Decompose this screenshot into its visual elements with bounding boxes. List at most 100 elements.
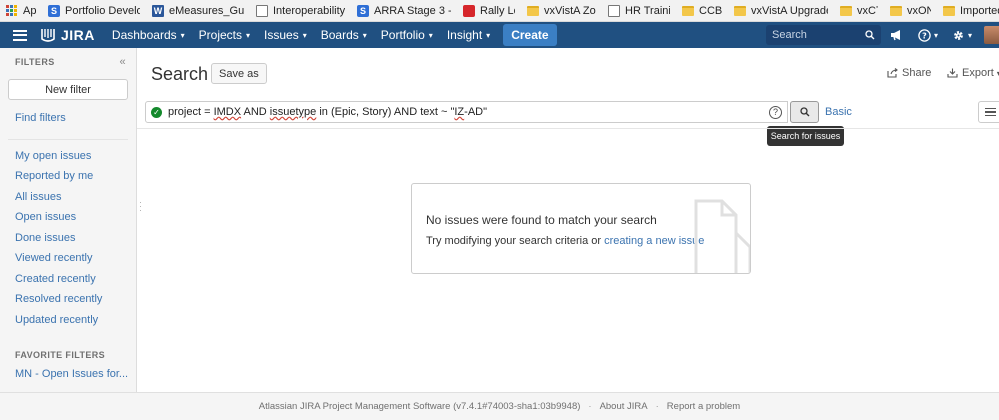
folder-icon xyxy=(527,5,539,16)
jql-query-input[interactable]: ✓ project = IMDX AND issuetype in (Epic,… xyxy=(145,101,788,123)
folder-icon xyxy=(682,5,694,16)
jira-logo-icon xyxy=(41,29,55,42)
list-view-icon[interactable] xyxy=(978,101,999,123)
megaphone-icon[interactable] xyxy=(890,29,904,41)
s-logo-icon: S xyxy=(48,4,60,17)
filter-updated-recently[interactable]: Updated recently xyxy=(0,310,136,331)
nav-issues[interactable]: Issues ▾ xyxy=(257,22,314,48)
bookmark-interoperability[interactable]: Interoperability with xyxy=(250,0,351,21)
footer-separator: · xyxy=(655,401,659,412)
filter-reported-by-me[interactable]: Reported by me xyxy=(0,166,136,187)
global-search-input[interactable]: Search xyxy=(766,25,881,45)
jira-logo[interactable]: JIRA xyxy=(39,27,95,43)
empty-results-message: Try modifying your search criteria or cr… xyxy=(426,235,705,247)
find-filters-link[interactable]: Find filters xyxy=(0,108,136,129)
caret-down-icon: ▾ xyxy=(180,30,185,40)
basic-search-link[interactable]: Basic xyxy=(825,106,852,118)
caret-down-icon: ▾ xyxy=(428,30,433,40)
caret-down-icon: ▾ xyxy=(302,30,307,40)
share-icon xyxy=(887,68,898,78)
bookmark-ccbhc[interactable]: CCBHC xyxy=(676,0,728,21)
page-icon xyxy=(256,4,268,17)
syntax-help-icon[interactable]: ? xyxy=(769,106,782,119)
favorite-filter-item[interactable]: MN - Open Issues for... xyxy=(0,364,136,385)
bookmark-vxvista-zones[interactable]: vxVistA Zones xyxy=(521,0,602,21)
top-nav: JIRA Dashboards ▾ Projects ▾ Issues ▾ Board… xyxy=(0,22,999,48)
share-button[interactable]: Share xyxy=(887,67,931,79)
folder-icon xyxy=(943,5,955,16)
valid-check-icon: ✓ xyxy=(151,106,162,118)
caret-down-icon: ▾ xyxy=(246,30,251,40)
filter-resolved-recently[interactable]: Resolved recently xyxy=(0,289,136,310)
collapse-icon[interactable]: « xyxy=(119,56,126,68)
bookmark-apps[interactable]: Apps xyxy=(0,0,42,21)
bookmark-vxvista-upgrade[interactable]: vxVistA Upgrade 30c xyxy=(728,0,834,21)
favorite-filters-header: FAVORITE FILTERS xyxy=(15,350,106,360)
filter-all-issues[interactable]: All issues xyxy=(0,187,136,208)
nav-boards[interactable]: Boards ▾ xyxy=(314,22,374,48)
nav-projects[interactable]: Projects ▾ xyxy=(192,22,257,48)
footer-software: Atlassian JIRA Project Management Softwa… xyxy=(258,401,581,412)
caret-down-icon: ▾ xyxy=(486,30,491,40)
gear-icon[interactable]: ▾ xyxy=(952,29,972,42)
search-icon xyxy=(865,30,875,40)
bookmark-vxonc[interactable]: vxONC xyxy=(884,0,937,21)
user-avatar[interactable] xyxy=(984,26,999,44)
export-button[interactable]: Export ▾ xyxy=(947,67,999,79)
filter-my-open-issues[interactable]: My open issues xyxy=(0,146,136,167)
bookmark-emeasures[interactable]: W eMeasures_GuidetoR xyxy=(146,0,250,21)
bookmark-imported-ie[interactable]: Imported From IE xyxy=(937,0,999,21)
nav-dashboards[interactable]: Dashboards ▾ xyxy=(105,22,192,48)
bookmark-portfolio[interactable]: S Portfolio Developme xyxy=(42,0,146,21)
nav-insight[interactable]: Insight ▾ xyxy=(440,22,497,48)
folder-icon xyxy=(890,5,902,16)
filters-header: FILTERS « xyxy=(15,56,126,68)
search-icon xyxy=(799,107,809,117)
about-jira-link[interactable]: About JIRA xyxy=(600,401,648,412)
search-issues-button[interactable] xyxy=(790,101,819,123)
page-icon xyxy=(608,4,620,17)
menu-icon[interactable] xyxy=(13,29,27,41)
nav-portfolio[interactable]: Portfolio ▾ xyxy=(374,22,440,48)
sidebar-divider xyxy=(8,129,128,140)
nav-icons: ? ▾ ▾ xyxy=(890,22,986,48)
folder-icon xyxy=(734,5,746,16)
empty-results-panel: No issues were found to match your searc… xyxy=(411,183,751,274)
bookmarks-bar: Apps S Portfolio Developme W eMeasures_G… xyxy=(0,0,999,22)
search-tooltip: Search for issues xyxy=(767,126,844,146)
new-filter-button[interactable]: New filter xyxy=(8,79,128,100)
jql-query-text: project = IMDX AND issuetype in (Epic, S… xyxy=(168,106,488,118)
filters-sidebar: FILTERS « New filter Find filters My ope… xyxy=(0,48,137,392)
help-icon[interactable]: ? ▾ xyxy=(918,28,939,42)
create-new-issue-link[interactable]: creating a new issue xyxy=(604,235,704,247)
bookmark-rally[interactable]: Rally Login xyxy=(457,0,521,21)
bookmark-vxctt[interactable]: vxCTT xyxy=(834,0,884,21)
save-as-button[interactable]: Save as xyxy=(211,63,267,84)
caret-down-icon: ▾ xyxy=(934,30,939,40)
document-icon xyxy=(694,199,750,273)
caret-down-icon: ▾ xyxy=(968,30,973,40)
svg-text:?: ? xyxy=(922,31,927,40)
filter-done-issues[interactable]: Done issues xyxy=(0,228,136,249)
filter-created-recently[interactable]: Created recently xyxy=(0,269,136,290)
search-placeholder: Search xyxy=(772,29,807,41)
search-divider xyxy=(137,128,999,129)
footer-separator: · xyxy=(588,401,592,412)
filter-open-issues[interactable]: Open issues xyxy=(0,207,136,228)
export-icon xyxy=(947,68,958,78)
nav-menu: Dashboards ▾ Projects ▾ Issues ▾ Boards ▾ Po… xyxy=(105,22,557,48)
logo-text: JIRA xyxy=(61,27,95,43)
resize-handle-icon[interactable]: · · · xyxy=(139,198,142,215)
word-doc-icon: W xyxy=(152,4,164,17)
caret-down-icon: ▾ xyxy=(362,30,367,40)
footer: Atlassian JIRA Project Management Softwa… xyxy=(0,392,999,420)
filter-viewed-recently[interactable]: Viewed recently xyxy=(0,248,136,269)
report-problem-link[interactable]: Report a problem xyxy=(667,401,740,412)
bookmark-hr-training[interactable]: HR Training xyxy=(602,0,676,21)
empty-results-title: No issues were found to match your searc… xyxy=(426,213,657,227)
rally-icon xyxy=(463,4,475,17)
bookmark-arra[interactable]: S ARRA Stage 3 - Hom xyxy=(351,0,457,21)
folder-icon xyxy=(840,5,852,16)
s-logo-icon: S xyxy=(357,4,369,17)
create-button[interactable]: Create xyxy=(503,24,557,46)
